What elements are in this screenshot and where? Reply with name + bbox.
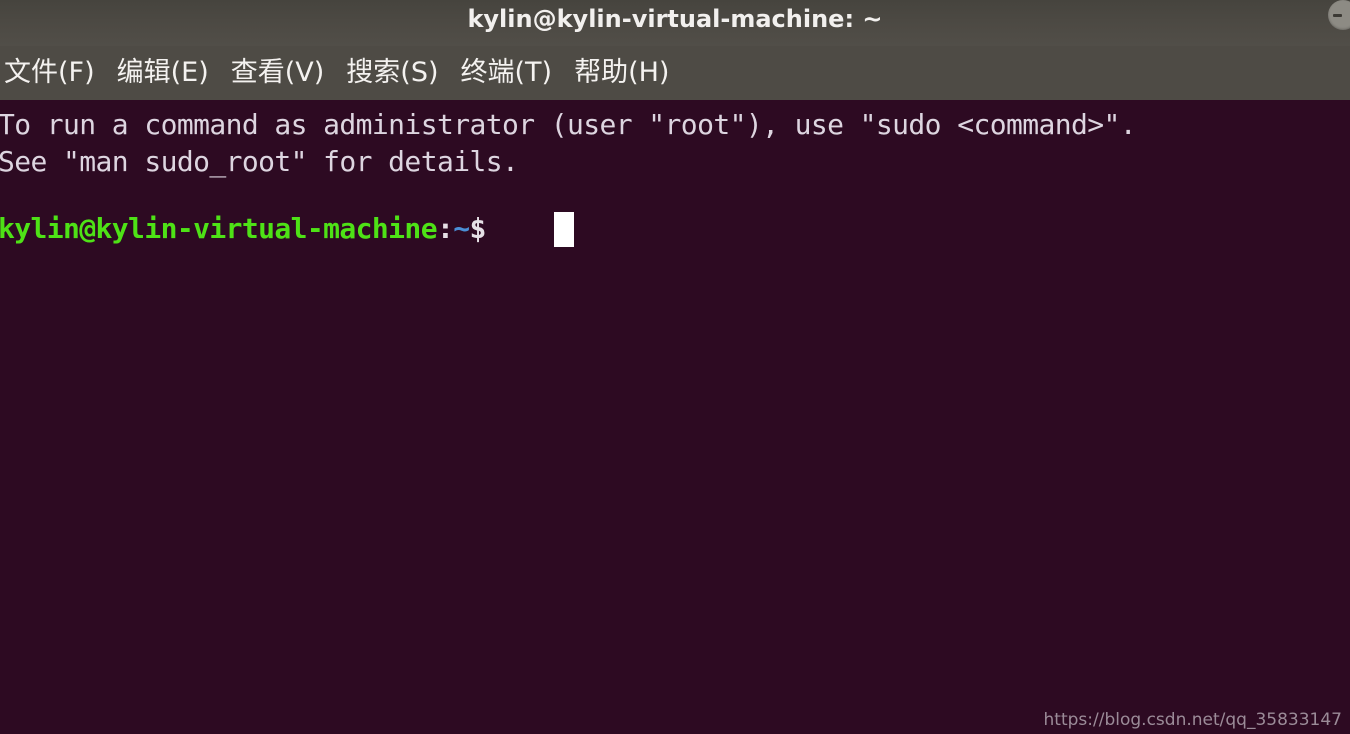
terminal-output-area[interactable]: To run a command as administrator (user … [0,100,1350,734]
menu-item-help[interactable]: 帮助(H) [563,46,680,100]
prompt-user-host: kylin@kylin-virtual-machine [0,212,438,245]
menu-item-search[interactable]: 搜索(S) [335,46,449,100]
watermark-text: https://blog.csdn.net/qq_35833147 [1043,710,1342,730]
prompt-path: ~ [453,212,470,245]
window-title: kylin@kylin-virtual-machine: ~ [467,5,883,33]
prompt-separator: : [436,212,454,245]
terminal-line: See "man sudo_root" for details. [0,145,519,178]
menu-bar: 文件(F) 编辑(E) 查看(V) 搜索(S) 终端(T) 帮助(H) [0,46,1350,100]
menu-item-file[interactable]: 文件(F) [0,46,106,100]
menu-item-edit[interactable]: 编辑(E) [106,46,220,100]
terminal-window: kylin@kylin-virtual-machine: ~ 文件(F) 编辑(… [0,0,1350,734]
menu-item-terminal[interactable]: 终端(T) [450,46,564,100]
minimize-icon[interactable] [1328,0,1350,30]
text-cursor [554,212,574,247]
prompt-sigil: $ [469,212,486,245]
menu-item-view[interactable]: 查看(V) [220,46,336,100]
title-bar[interactable]: kylin@kylin-virtual-machine: ~ [0,0,1350,46]
terminal-line: To run a command as administrator (user … [0,108,1137,141]
shell-prompt: kylin@kylin-virtual-machine:~$ [0,210,486,248]
minimize-dash [1333,14,1342,17]
